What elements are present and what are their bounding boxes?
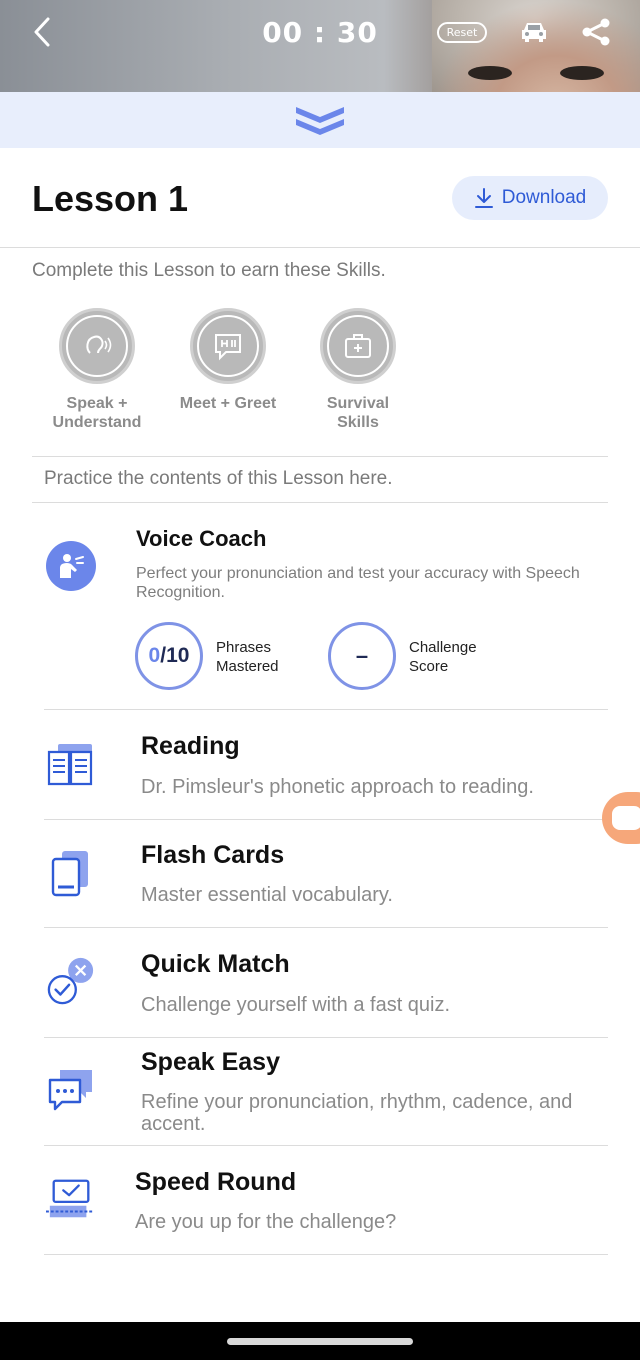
chevron-left-icon	[34, 17, 50, 47]
skill-badge-meet-greet[interactable]: Meet + Greet	[163, 308, 293, 413]
download-icon	[474, 188, 493, 208]
speak-easy-icon-wrap	[46, 1066, 96, 1116]
skill-badge-inner	[327, 315, 389, 377]
playback-timer: 00 : 30	[262, 15, 378, 49]
divider	[44, 927, 608, 928]
challenge-score-label-line: Challenge	[409, 639, 477, 656]
flash-cards-icon-wrap	[46, 848, 96, 898]
phrases-total-value: /10	[160, 644, 190, 667]
header-image-detail	[560, 66, 604, 80]
flash-cards-title: Flash Cards	[141, 841, 285, 869]
skill-badge-circle	[320, 308, 396, 384]
voice-coach-description: Perfect your pronunciation and test your…	[136, 565, 580, 601]
phrases-mastered-label: Phrases Mastered	[216, 638, 279, 676]
skill-badge-circle	[190, 308, 266, 384]
speed-round-title: Speed Round	[135, 1168, 297, 1196]
speech-bubble-hi-icon	[215, 334, 241, 361]
person-speaking-icon	[60, 554, 84, 578]
divider	[32, 456, 608, 457]
car-icon	[522, 23, 546, 42]
skills-intro-text: Complete this Lesson to earn these Skill…	[32, 260, 386, 281]
skill-badge-inner	[197, 315, 259, 377]
flash-cards-icon	[51, 851, 88, 897]
quick-match-title: Quick Match	[141, 950, 290, 978]
reading-description: Dr. Pimsleur's phonetic approach to read…	[141, 776, 534, 798]
download-label: Download	[501, 187, 587, 208]
book-icon	[47, 744, 93, 786]
skill-label: Speak + Understand	[32, 394, 162, 432]
divider	[44, 709, 608, 710]
speed-round-icon	[46, 1179, 95, 1218]
skill-label: Survival Skills	[293, 394, 423, 432]
lesson-detail-sheet: Lesson 1 Download Complete this Lesson t…	[0, 148, 640, 1322]
challenge-score-label-line: Score	[409, 658, 449, 675]
chat-bubble-icon	[612, 806, 640, 830]
skill-badge-circle	[59, 308, 135, 384]
speed-round-icon-wrap	[46, 1174, 96, 1224]
reset-label: Reset	[436, 21, 488, 43]
speed-round-description: Are you up for the challenge?	[135, 1211, 397, 1233]
practice-intro-text: Practice the contents of this Lesson her…	[44, 468, 393, 489]
download-button[interactable]: Download	[452, 176, 608, 220]
skill-label-line: Understand	[52, 414, 142, 431]
phrases-mastered-label-line: Mastered	[216, 658, 279, 675]
divider	[0, 247, 640, 248]
skill-label-line: Speak +	[66, 395, 128, 412]
lesson-player-header: 00 : 30 Reset	[0, 0, 640, 92]
skill-badge-survival-skills[interactable]: Survival Skills	[293, 308, 423, 432]
divider	[44, 819, 608, 820]
speak-easy-title: Speak Easy	[141, 1048, 280, 1076]
skill-label-line: Skills	[337, 414, 379, 431]
phrases-done-value: 0	[148, 644, 161, 667]
skill-label-line: Meet + Greet	[179, 395, 277, 412]
car-mode-button[interactable]	[514, 14, 554, 50]
double-chevron-down-icon	[296, 107, 344, 135]
page-title: Lesson 1	[32, 178, 189, 219]
phrases-mastered-label-line: Phrases	[216, 639, 272, 656]
phrases-mastered-ring: 0/10	[135, 622, 203, 690]
challenge-score-label: Challenge Score	[409, 638, 477, 676]
divider	[44, 1037, 608, 1038]
quick-match-description: Challenge yourself with a fast quiz.	[141, 994, 451, 1016]
quick-match-icon-wrap	[46, 956, 96, 1006]
speak-easy-description: Refine your pronunciation, rhythm, caden…	[141, 1091, 573, 1135]
skill-label: Meet + Greet	[163, 394, 293, 413]
divider	[44, 1254, 608, 1255]
home-gesture-handle[interactable]	[227, 1337, 413, 1345]
share-button[interactable]	[576, 12, 616, 52]
collapse-sheet-handle[interactable]	[0, 92, 640, 148]
reset-button[interactable]: Reset	[434, 14, 490, 50]
divider	[32, 502, 608, 503]
first-aid-kit-icon	[345, 334, 371, 358]
voice-coach-icon-button[interactable]	[46, 541, 96, 591]
ear-sound-icon	[86, 335, 112, 354]
skill-label-line: Survival	[326, 395, 390, 412]
back-button[interactable]	[22, 12, 62, 52]
check-x-icon	[47, 957, 94, 1005]
skill-badge-speak-understand[interactable]: Speak + Understand	[32, 308, 162, 432]
share-icon	[582, 18, 610, 46]
reading-title: Reading	[141, 732, 240, 760]
flash-cards-description: Master essential vocabulary.	[141, 884, 393, 906]
skill-badge-inner	[66, 315, 128, 377]
chat-bubbles-icon	[48, 1070, 92, 1111]
challenge-score-ring: –	[328, 622, 396, 690]
voice-coach-title[interactable]: Voice Coach	[136, 526, 266, 552]
header-image-detail	[468, 66, 512, 80]
challenge-score-value: –	[355, 643, 369, 668]
reading-icon-wrap	[46, 740, 96, 790]
system-navigation-bar	[0, 1322, 640, 1360]
divider	[44, 1145, 608, 1146]
